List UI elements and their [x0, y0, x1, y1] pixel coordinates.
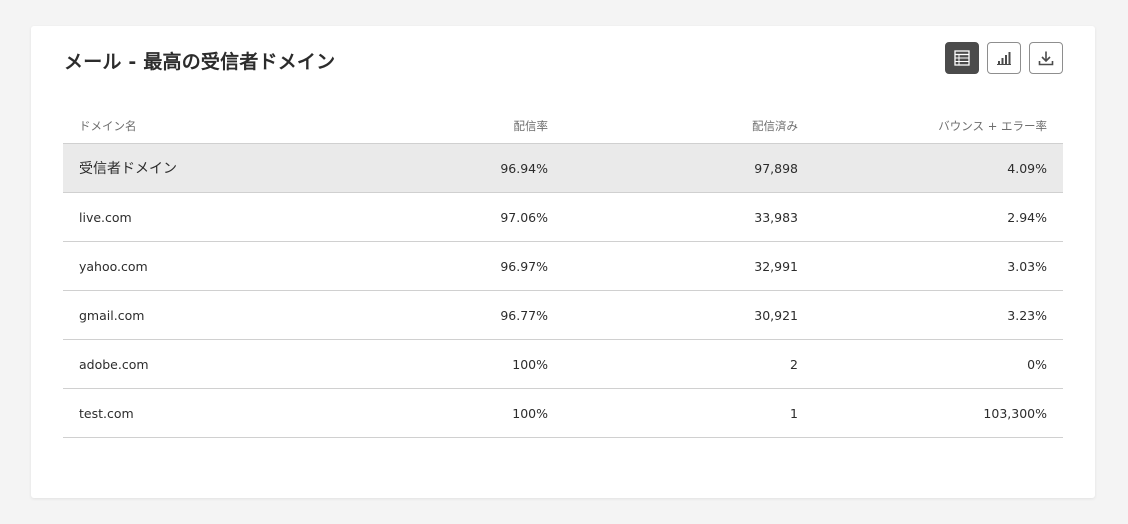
- bar-chart-icon: [997, 52, 1011, 65]
- domain-name: yahoo.com: [79, 258, 148, 274]
- column-header-bounce-error-rate[interactable]: バウンス + エラー率: [798, 118, 1063, 134]
- table-summary-row: 受信者ドメイン 96.94% 97,898 4.09%: [63, 144, 1063, 193]
- bounce-rate: 3.03%: [1007, 258, 1047, 274]
- summary-delivered: 97,898: [754, 160, 798, 176]
- bounce-rate: 3.23%: [1007, 307, 1047, 323]
- delivered-count: 2: [790, 356, 798, 372]
- summary-bounce-rate: 4.09%: [1007, 160, 1047, 176]
- delivered-count: 1: [790, 405, 798, 421]
- table-row: test.com 100% 1 103,300%: [63, 389, 1063, 438]
- delivered-count: 30,921: [754, 307, 798, 323]
- bounce-rate: 2.94%: [1007, 209, 1047, 225]
- bounce-rate: 0%: [1027, 356, 1047, 372]
- download-button[interactable]: [1029, 42, 1063, 74]
- domain-name: live.com: [79, 209, 132, 225]
- delivered-count: 32,991: [754, 258, 798, 274]
- top-recipient-domains-card: メール - 最高の受信者ドメイン ドメイン名 配信率 配信済み バウンス + エ…: [31, 26, 1095, 498]
- delivery-rate: 96.97%: [500, 258, 548, 274]
- view-toolbar: [945, 42, 1063, 74]
- column-header-delivery-rate[interactable]: 配信率: [313, 118, 549, 134]
- download-icon: [1038, 51, 1054, 66]
- column-header-domain[interactable]: ドメイン名: [63, 118, 313, 134]
- delivery-rate: 97.06%: [500, 209, 548, 225]
- delivery-rate: 100%: [512, 405, 548, 421]
- summary-name: 受信者ドメイン: [79, 161, 177, 177]
- domain-name: test.com: [79, 405, 134, 421]
- table-row: live.com 97.06% 33,983 2.94%: [63, 193, 1063, 242]
- table-view-button[interactable]: [945, 42, 979, 74]
- chart-view-button[interactable]: [987, 42, 1021, 74]
- delivery-rate: 96.77%: [500, 307, 548, 323]
- table-icon: [954, 50, 970, 66]
- delivery-rate: 100%: [512, 356, 548, 372]
- bounce-rate: 103,300%: [983, 405, 1047, 421]
- summary-delivery-rate: 96.94%: [500, 160, 548, 176]
- domains-table: ドメイン名 配信率 配信済み バウンス + エラー率 受信者ドメイン 96.94…: [63, 108, 1063, 438]
- table-row: adobe.com 100% 2 0%: [63, 340, 1063, 389]
- table-header: ドメイン名 配信率 配信済み バウンス + エラー率: [63, 108, 1063, 144]
- table-row: gmail.com 96.77% 30,921 3.23%: [63, 291, 1063, 340]
- domain-name: gmail.com: [79, 307, 145, 323]
- domain-name: adobe.com: [79, 356, 149, 372]
- table-row: yahoo.com 96.97% 32,991 3.03%: [63, 242, 1063, 291]
- column-header-delivered[interactable]: 配信済み: [548, 118, 798, 134]
- delivered-count: 33,983: [754, 209, 798, 225]
- card-title: メール - 最高の受信者ドメイン: [64, 51, 336, 73]
